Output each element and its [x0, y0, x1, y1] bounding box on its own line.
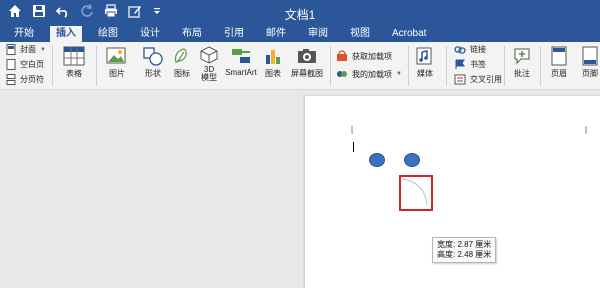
- document-workspace[interactable]: 宽度: 2.87 厘米 高度: 2.48 厘米: [0, 90, 600, 288]
- my-addins-button[interactable]: 我的加载项 ▼: [336, 68, 402, 80]
- tab-design[interactable]: 设计: [134, 26, 166, 42]
- tab-acrobat[interactable]: Acrobat: [386, 26, 432, 42]
- smartart-label: SmartArt: [225, 68, 257, 77]
- divider: [330, 46, 331, 86]
- bookmark-button[interactable]: 书签: [454, 59, 486, 70]
- picture-label: 图片: [109, 69, 125, 78]
- size-tooltip: 宽度: 2.87 厘米 高度: 2.48 厘米: [432, 237, 497, 263]
- shapes-icon: [143, 47, 163, 66]
- icons-button[interactable]: 图标: [170, 46, 194, 79]
- tab-review[interactable]: 审阅: [302, 26, 334, 42]
- my-addins-label: 我的加载项: [352, 69, 392, 79]
- table-button[interactable]: 表格: [58, 46, 90, 79]
- screenshot-button[interactable]: 屏幕截图: [290, 46, 324, 79]
- cross-reference-icon: [454, 74, 466, 85]
- store-icon: [337, 50, 347, 61]
- media-button[interactable]: 媒体: [412, 46, 438, 79]
- media-icon: [416, 47, 432, 65]
- chart-icon: [266, 50, 280, 64]
- blank-page-icon: [6, 59, 16, 70]
- cross-reference-label: 交叉引用: [470, 75, 502, 84]
- tab-mailings[interactable]: 邮件: [260, 26, 292, 42]
- tab-home[interactable]: 开始: [8, 26, 40, 42]
- get-addins-button[interactable]: 获取加载项: [336, 50, 392, 62]
- picture-button[interactable]: 图片: [102, 46, 132, 79]
- 3d-model-button[interactable]: 3D 模型: [198, 46, 220, 82]
- oval-shape[interactable]: [404, 153, 420, 167]
- divider: [96, 46, 97, 86]
- comment-icon: [514, 48, 530, 65]
- table-label: 表格: [66, 69, 82, 78]
- cover-page-button[interactable]: 封面 ▼: [6, 44, 46, 55]
- blank-page-button[interactable]: 空白页: [6, 59, 44, 70]
- divider: [504, 46, 505, 86]
- footer-button[interactable]: 页脚: [580, 46, 600, 79]
- crop-mark: [585, 126, 587, 134]
- camera-icon: [298, 49, 316, 63]
- tab-view[interactable]: 视图: [344, 26, 376, 42]
- tooltip-width: 宽度: 2.87 厘米: [437, 240, 492, 249]
- table-icon: [63, 46, 85, 66]
- addins-icon: [337, 71, 347, 77]
- divider: [540, 46, 541, 86]
- page-break-icon: [6, 74, 16, 85]
- link-button[interactable]: 链接: [454, 44, 486, 55]
- smartart-button[interactable]: SmartArt: [224, 46, 258, 77]
- shapes-label: 形状: [145, 69, 161, 78]
- 3d-model-label: 3D 模型: [201, 65, 217, 82]
- ribbon-tabs: 开始 插入 绘图 设计 布局 引用 邮件 审阅 视图 Acrobat: [0, 26, 600, 42]
- chevron-down-icon: ▼: [40, 46, 46, 53]
- smartart-icon: [232, 49, 250, 63]
- link-icon: [454, 45, 466, 54]
- tab-layout[interactable]: 布局: [176, 26, 208, 42]
- crop-mark: [351, 126, 353, 134]
- selection-highlight: [399, 175, 433, 211]
- cube-icon: [200, 46, 218, 64]
- header-icon: [551, 46, 567, 66]
- page-break-label: 分页符: [20, 75, 44, 84]
- tab-draw[interactable]: 绘图: [92, 26, 124, 42]
- icons-icon: [174, 48, 187, 63]
- text-cursor: [353, 142, 354, 152]
- document-page[interactable]: 宽度: 2.87 厘米 高度: 2.48 厘米: [305, 96, 600, 288]
- title-bar: 文档1: [0, 0, 600, 26]
- divider: [52, 46, 53, 86]
- tab-insert[interactable]: 插入: [50, 26, 82, 42]
- footer-label: 页脚: [582, 69, 598, 78]
- page-break-button[interactable]: 分页符: [6, 74, 44, 85]
- chevron-down-icon: ▼: [396, 71, 402, 77]
- tooltip-height: 高度: 2.48 厘米: [437, 250, 492, 259]
- bookmark-label: 书签: [470, 60, 486, 69]
- document-title: 文档1: [284, 8, 316, 22]
- divider: [446, 46, 447, 86]
- header-button[interactable]: 页眉: [546, 46, 572, 79]
- get-addins-label: 获取加载项: [352, 51, 392, 61]
- media-label: 媒体: [417, 69, 433, 78]
- blank-page-label: 空白页: [20, 60, 44, 69]
- comment-button[interactable]: 批注: [510, 46, 534, 79]
- link-label: 链接: [470, 45, 486, 54]
- tab-references[interactable]: 引用: [218, 26, 250, 42]
- screenshot-label: 屏幕截图: [291, 69, 323, 78]
- comment-label: 批注: [514, 69, 530, 78]
- bookmark-icon: [455, 59, 465, 69]
- chart-label: 图表: [265, 69, 281, 78]
- cover-page-label: 封面: [20, 45, 36, 54]
- cover-page-icon: [6, 44, 16, 55]
- header-label: 页眉: [551, 69, 567, 78]
- ribbon: 封面 ▼ 空白页 分页符 表格 图片 形状 图标 3D模型 SmartArt: [0, 42, 600, 90]
- footer-icon: [582, 46, 598, 66]
- oval-shape[interactable]: [369, 153, 385, 167]
- chart-button[interactable]: 图表: [262, 46, 284, 79]
- shapes-button[interactable]: 形状: [138, 46, 168, 79]
- divider: [408, 46, 409, 86]
- icons-label: 图标: [174, 69, 190, 78]
- cross-reference-button[interactable]: 交叉引用: [454, 74, 502, 85]
- picture-icon: [106, 47, 126, 64]
